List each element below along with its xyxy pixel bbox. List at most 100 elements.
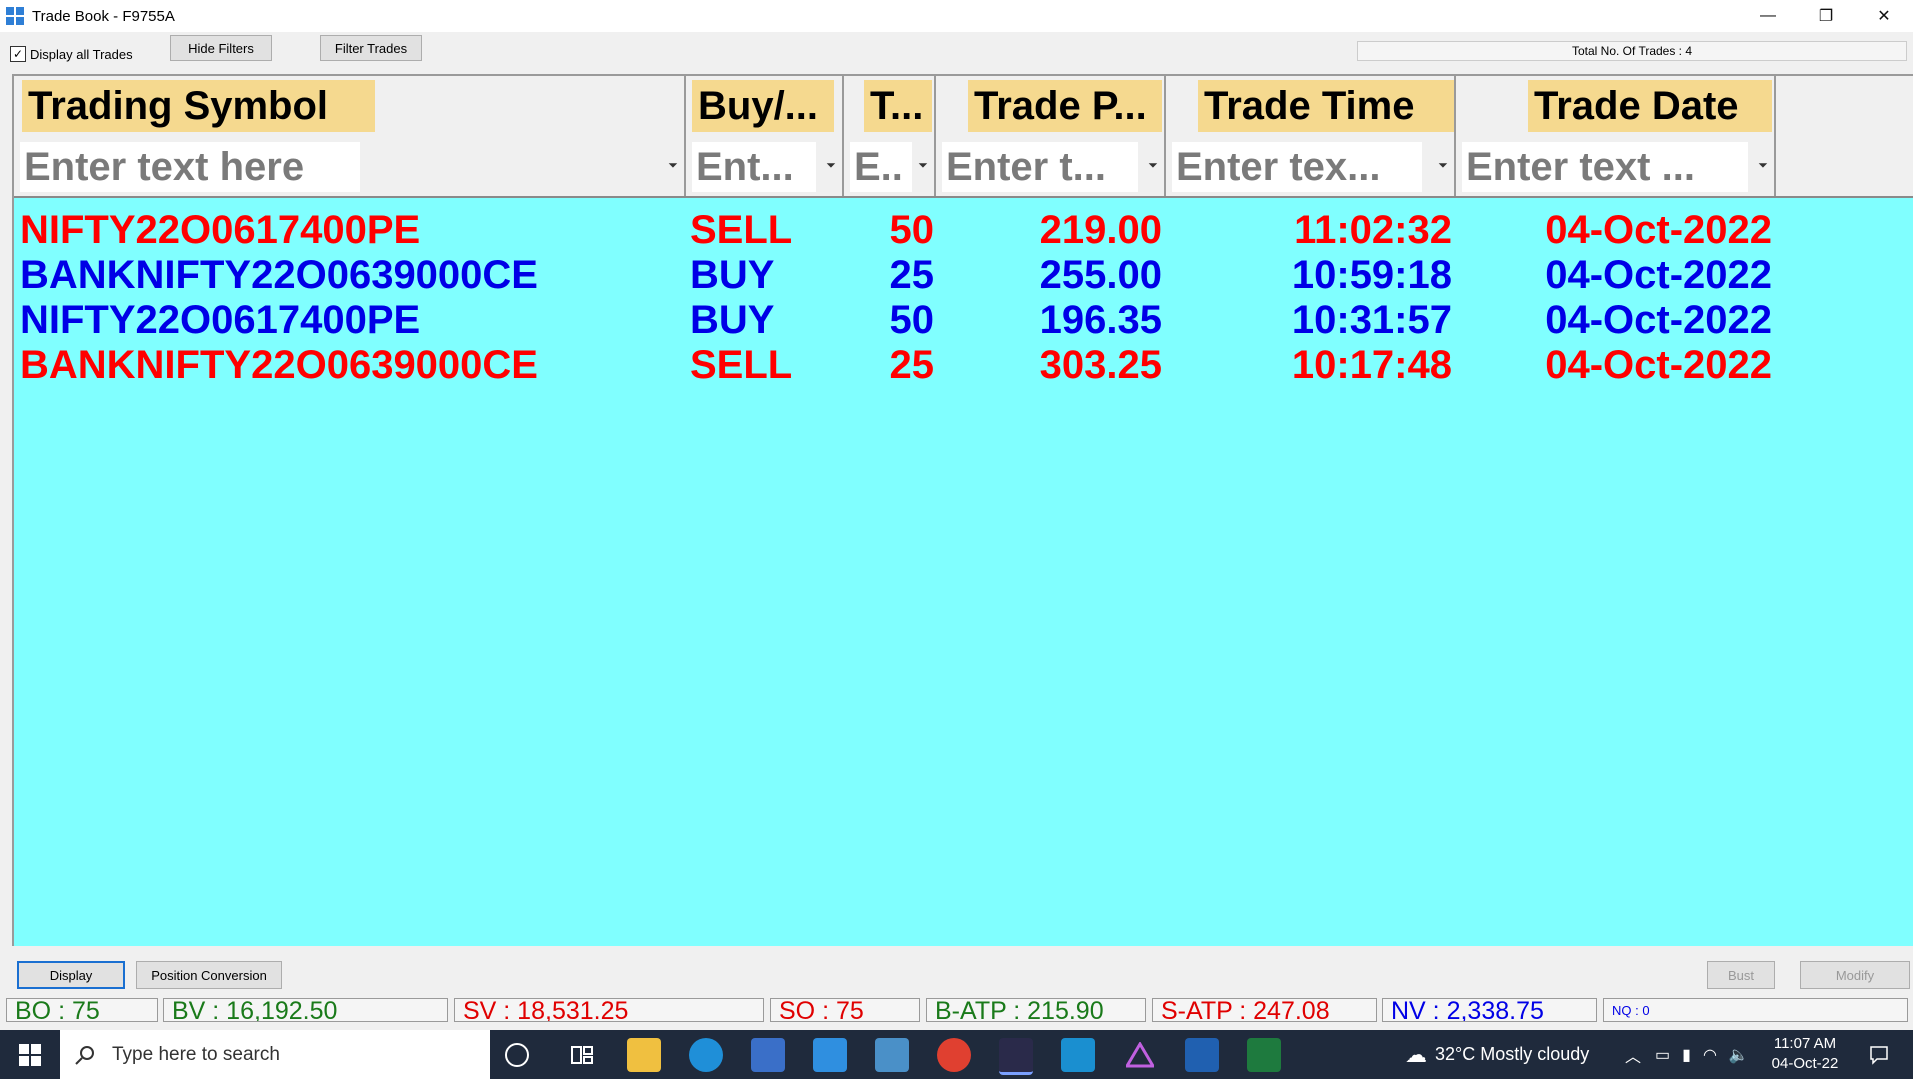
window-app-icon[interactable] <box>1185 1038 1219 1072</box>
restore-button[interactable]: ❐ <box>1797 0 1855 32</box>
minimize-button[interactable]: — <box>1739 0 1797 32</box>
trading-app-icon[interactable] <box>999 1038 1033 1075</box>
filter-funnel-icon[interactable]: ⏷ <box>1146 158 1160 172</box>
pip-app-icon[interactable] <box>1061 1038 1095 1072</box>
position-conversion-button[interactable]: Position Conversion <box>136 961 282 989</box>
filter-funnel-icon[interactable]: ⏷ <box>824 158 838 172</box>
cell-trading-symbol: BANKNIFTY22O0639000CE <box>20 253 538 297</box>
filter-input-trade-price[interactable] <box>942 142 1138 192</box>
column-header-buy-sell[interactable]: Buy/... <box>686 76 844 136</box>
title-bar: Trade Book - F9755A — ❐ ✕ <box>0 0 1913 32</box>
column-header-trade-price[interactable]: Trade P... <box>936 76 1166 136</box>
chevron-up-icon[interactable]: ︿ <box>1625 1043 1641 1067</box>
close-button[interactable]: ✕ <box>1855 0 1913 32</box>
filter-input-buy-sell[interactable] <box>692 142 816 192</box>
filter-cell-trade-price: ⏷ <box>936 136 1166 196</box>
taskbar-search-box[interactable]: Type here to search <box>60 1030 490 1079</box>
cell-trade-qty: 25 <box>889 253 935 297</box>
cell-trade-date: 04-Oct-2022 <box>1545 208 1772 252</box>
status-buy-atp: B-ATP : 215.90 <box>926 998 1146 1022</box>
affinity-app-icon[interactable] <box>1123 1038 1157 1072</box>
edge-browser-icon[interactable] <box>689 1038 723 1072</box>
filter-input-trade-qty[interactable] <box>850 142 912 192</box>
status-net-value: NV : 2,338.75 <box>1382 998 1597 1022</box>
display-all-trades-label: Display all Trades <box>30 46 133 62</box>
meet-now-icon[interactable]: ▭ <box>1655 1045 1670 1065</box>
clock-time: 11:07 AM <box>1773 1035 1837 1052</box>
display-all-trades-checkbox[interactable]: ✓ Display all Trades <box>10 46 133 62</box>
clock[interactable]: 11:07 AM 04-Oct-22 <box>1760 1034 1850 1074</box>
windows-logo-icon <box>19 1043 41 1066</box>
table-row[interactable]: BANKNIFTY22O0639000CE SELL 25 303.25 10:… <box>14 343 1913 388</box>
trade-grid: Trading Symbol Buy/... T... Trade P... T… <box>12 74 1913 946</box>
window-title: Trade Book - F9755A <box>32 7 175 25</box>
cell-buy-sell: BUY <box>690 253 775 297</box>
filter-cell-trading-symbol: ⏷ <box>14 136 686 196</box>
table-row[interactable]: BANKNIFTY22O0639000CE BUY 25 255.00 10:5… <box>14 253 1913 298</box>
mail-icon[interactable] <box>813 1038 847 1072</box>
cell-trade-time: 11:02:32 <box>1294 208 1452 252</box>
battery-icon[interactable]: ▮ <box>1682 1045 1691 1065</box>
cell-buy-sell: SELL <box>690 343 793 387</box>
filter-trades-button[interactable]: Filter Trades <box>320 35 422 61</box>
cell-trade-date: 04-Oct-2022 <box>1545 343 1772 387</box>
filter-input-trade-date[interactable] <box>1462 142 1748 192</box>
weather-text: 32°C Mostly cloudy <box>1435 1044 1590 1064</box>
header-label: Trade Date <box>1528 80 1772 132</box>
column-header-trading-symbol[interactable]: Trading Symbol <box>14 76 686 136</box>
cell-trade-time: 10:31:57 <box>1291 298 1452 342</box>
cell-trade-qty: 50 <box>889 298 935 342</box>
task-view-icon[interactable] <box>565 1038 599 1072</box>
cell-trade-date: 04-Oct-2022 <box>1545 253 1772 297</box>
display-button[interactable]: Display <box>17 961 125 989</box>
cell-trade-qty: 50 <box>889 208 935 252</box>
filter-funnel-icon[interactable]: ⏷ <box>916 158 930 172</box>
cloud-icon: ☁ <box>1405 1041 1427 1067</box>
cell-buy-sell: BUY <box>690 298 775 342</box>
filter-funnel-icon[interactable]: ⏷ <box>666 158 680 172</box>
file-explorer-icon[interactable] <box>627 1038 661 1072</box>
status-sell-orders: SO : 75 <box>770 998 920 1022</box>
status-bar: BO : 75 BV : 16,192.50 SV : 18,531.25 SO… <box>0 998 1913 1024</box>
cell-trade-time: 10:17:48 <box>1291 343 1452 387</box>
volume-icon[interactable]: 🔈 <box>1729 1045 1749 1065</box>
bottom-action-bar: Display Position Conversion Bust Modify <box>0 957 1913 997</box>
status-net-qty: NQ : 0 <box>1603 998 1908 1022</box>
filter-input-trading-symbol[interactable] <box>20 142 360 192</box>
filter-input-trade-time[interactable] <box>1172 142 1422 192</box>
status-buy-value: BV : 16,192.50 <box>163 998 448 1022</box>
bust-button[interactable]: Bust <box>1707 961 1775 989</box>
filter-funnel-icon[interactable]: ⏷ <box>1436 158 1450 172</box>
cell-trade-price: 196.35 <box>1039 298 1162 342</box>
modify-button[interactable]: Modify <box>1800 961 1910 989</box>
weather-widget[interactable]: ☁ 32°C Mostly cloudy <box>1405 1030 1589 1079</box>
cell-trade-date: 04-Oct-2022 <box>1545 298 1772 342</box>
notification-icon[interactable] <box>1862 1038 1896 1072</box>
cell-trade-price: 303.25 <box>1039 343 1162 387</box>
cell-trade-time: 10:59:18 <box>1291 253 1452 297</box>
cortana-icon[interactable] <box>505 1043 529 1067</box>
checkbox-check-icon[interactable]: ✓ <box>10 46 26 62</box>
header-label: Trade Time <box>1198 80 1454 132</box>
filter-funnel-icon[interactable]: ⏷ <box>1756 158 1770 172</box>
start-button[interactable] <box>0 1030 60 1079</box>
status-sell-value: SV : 18,531.25 <box>454 998 764 1022</box>
column-header-trade-qty[interactable]: T... <box>844 76 936 136</box>
wifi-icon[interactable]: ◠ <box>1703 1045 1717 1065</box>
windows-taskbar: Type here to search ☁ 32°C Mostly cloudy… <box>0 1030 1913 1079</box>
status-buy-orders: BO : 75 <box>6 998 158 1022</box>
store-icon[interactable] <box>751 1038 785 1072</box>
toolbar: ✓ Display all Trades Hide Filters Filter… <box>0 32 1913 72</box>
excel-icon[interactable] <box>1247 1038 1281 1072</box>
search-icon <box>75 1045 94 1065</box>
remote-desktop-icon[interactable] <box>875 1038 909 1072</box>
column-header-trade-date[interactable]: Trade Date <box>1456 76 1776 136</box>
chrome-icon[interactable] <box>937 1038 971 1072</box>
table-row[interactable]: NIFTY22O0617400PE SELL 50 219.00 11:02:3… <box>14 208 1913 253</box>
table-row[interactable]: NIFTY22O0617400PE BUY 50 196.35 10:31:57… <box>14 298 1913 343</box>
hide-filters-button[interactable]: Hide Filters <box>170 35 272 61</box>
header-label: T... <box>864 80 932 132</box>
column-header-trade-time[interactable]: Trade Time <box>1166 76 1456 136</box>
filter-cell-trade-qty: ⏷ <box>844 136 936 196</box>
filter-row: ⏷ ⏷ ⏷ ⏷ ⏷ ⏷ <box>14 136 1913 198</box>
